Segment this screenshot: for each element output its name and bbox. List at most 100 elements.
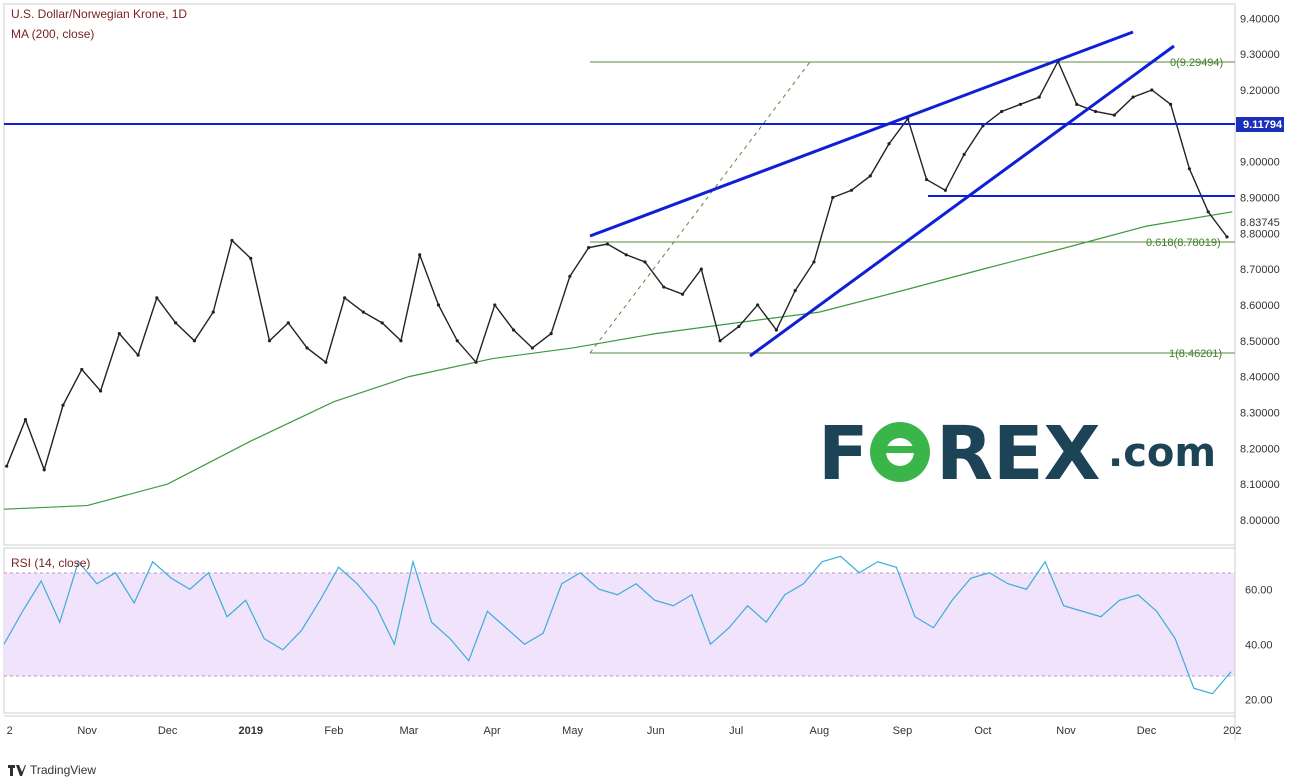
price-point (267, 339, 272, 343)
watermark-com: .com (1108, 430, 1216, 476)
price-point (493, 303, 497, 307)
time-tick-label: 2019 (238, 725, 262, 737)
price-point (1075, 102, 1079, 106)
time-tick-label: Jul (729, 725, 743, 737)
price-badge-text: 9.11794 (1243, 119, 1283, 131)
price-point (680, 292, 685, 296)
price-tick-label: 8.60000 (1240, 300, 1280, 312)
rsi-tick-label: 60.00 (1245, 584, 1273, 596)
time-tick-label: Feb (324, 725, 343, 737)
time-tick-label: May (562, 725, 583, 737)
ma-legend: MA (200, close) (11, 27, 95, 41)
tradingview-logo-icon (8, 764, 26, 776)
price-point (1206, 210, 1210, 214)
price-point (455, 339, 459, 343)
price-point (1225, 235, 1229, 239)
chart-title: U.S. Dollar/Norwegian Krone, 1D (11, 7, 188, 21)
price-point (624, 253, 628, 257)
price-point (1169, 102, 1173, 106)
price-point (1000, 109, 1004, 114)
price-point (305, 346, 309, 350)
price-point (42, 468, 46, 472)
time-tick-label: Jun (647, 725, 665, 737)
price-point (718, 339, 722, 343)
price-point (530, 346, 534, 350)
price-point (1131, 95, 1135, 99)
tradingview-footer[interactable]: TradingView (8, 763, 96, 777)
price-tick-label: 9.00000 (1240, 157, 1280, 169)
price-point (812, 260, 816, 264)
price-tick-label: 8.90000 (1240, 192, 1280, 204)
price-point (511, 328, 516, 332)
price-badge: 9.11794 (1236, 117, 1284, 132)
rsi-tick-label: 20.00 (1245, 694, 1273, 706)
price-point (699, 267, 703, 271)
price-point (737, 324, 741, 329)
price-point (174, 321, 178, 325)
price-point (849, 188, 854, 192)
watermark-o-bar (883, 446, 917, 453)
time-tick-label: Nov (1056, 725, 1076, 737)
price-tick-label: 9.40000 (1240, 13, 1280, 25)
price-point (286, 321, 290, 325)
time-tick-label: Aug (810, 725, 830, 737)
price-point (962, 152, 966, 157)
price-point (211, 310, 215, 314)
price-tick-label: 8.00000 (1240, 515, 1280, 527)
price-point (436, 303, 441, 307)
price-point (80, 367, 84, 372)
price-tick-label: 8.70000 (1240, 264, 1280, 276)
price-point (324, 360, 328, 364)
price-point (1018, 102, 1023, 106)
price-tick-label: 8.50000 (1240, 336, 1280, 348)
price-tick-label: 9.30000 (1240, 49, 1280, 61)
price-point (230, 238, 234, 243)
price-point (643, 260, 647, 264)
price-point (662, 285, 666, 289)
price-point (793, 289, 797, 293)
time-tick-label: 2 (7, 725, 13, 737)
price-point (605, 242, 610, 246)
price-point (361, 310, 365, 314)
chart-canvas: F REX .com 8.00000 8.10000 8.20000 8.30000 8… (3, 3, 1284, 740)
time-tick-label: Dec (1137, 725, 1157, 737)
price-tick-label: 8.30000 (1240, 407, 1280, 419)
price-point (1112, 113, 1116, 117)
price-tick-label: 8.20000 (1240, 443, 1280, 455)
price-point (1093, 109, 1098, 114)
watermark-f: F (818, 411, 869, 497)
price-point (587, 246, 591, 250)
price-point (1150, 88, 1154, 92)
watermark-rex: REX (936, 411, 1101, 497)
time-tick-label: 202 (1223, 725, 1241, 737)
time-tick-label: Nov (77, 725, 97, 737)
price-point (418, 253, 422, 257)
price-point (568, 274, 572, 278)
price-point (549, 332, 553, 336)
price-point (831, 195, 835, 200)
price-point (474, 360, 478, 364)
time-tick-label: Mar (399, 725, 418, 737)
price-point (249, 256, 253, 260)
time-axis: 2 Nov Dec 2019 Feb Mar Apr May Jun Jul Aug Sep Oct No… (7, 725, 1242, 737)
price-point (343, 296, 347, 300)
time-tick-label: Sep (893, 725, 913, 737)
price-point (5, 464, 9, 468)
chart-frame (3, 3, 1236, 740)
price-point (23, 418, 28, 422)
price-point (98, 389, 103, 393)
price-point (924, 177, 929, 182)
rsi-tick-label: 40.00 (1245, 639, 1273, 651)
price-point (774, 328, 778, 332)
time-tick-label: Apr (484, 725, 501, 737)
fib-label-0: 0(9.29494) (1170, 57, 1223, 69)
price-tick-label: 8.10000 (1240, 479, 1280, 491)
rsi-axis: 20.00 40.00 60.00 (1245, 584, 1273, 706)
price-point (943, 188, 947, 192)
price-point (155, 296, 159, 300)
price-point (868, 174, 872, 178)
price-point (399, 339, 403, 343)
price-axis: 8.00000 8.10000 8.20000 8.30000 8.40000 8.500… (1240, 13, 1280, 527)
time-tick-label: Oct (974, 725, 991, 737)
rsi-legend: RSI (14, close) (11, 556, 91, 570)
